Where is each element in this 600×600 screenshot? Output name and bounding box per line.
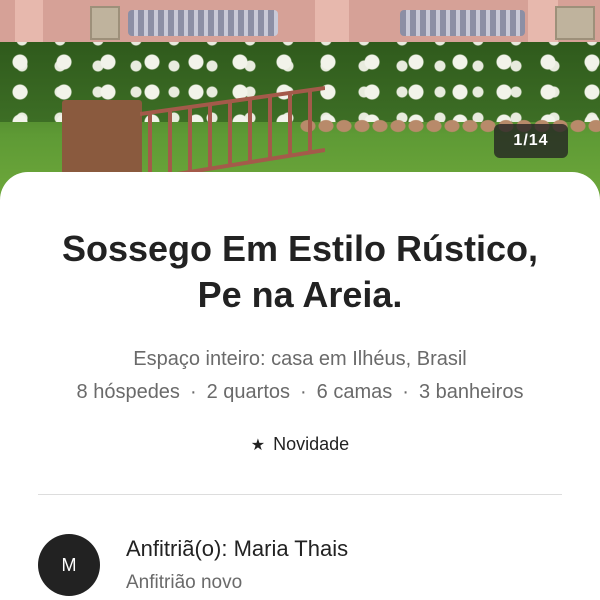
spec-bathrooms: 3 banheiros xyxy=(418,381,524,403)
host-avatar[interactable]: M xyxy=(38,534,100,596)
listing-title: Sossego Em Estilo Rústico, Pe na Areia. xyxy=(20,226,580,318)
listing-subtitle: Espaço inteiro: casa em Ilhéus, Brasil xyxy=(133,348,467,370)
host-status: Anfitrião novo xyxy=(126,572,243,593)
photo-bench xyxy=(128,10,278,36)
photo-gate xyxy=(140,86,325,182)
listing-title-line2: Pe na Areia. xyxy=(197,274,403,315)
section-divider xyxy=(38,494,562,495)
photo-cabinet xyxy=(90,6,120,40)
new-listing-badge: ★ Novidade xyxy=(0,434,600,455)
photo-counter: 1/14 xyxy=(494,124,568,158)
new-listing-label: Novidade xyxy=(273,434,350,454)
spec-bedrooms: 2 quartos xyxy=(206,381,290,403)
spec-separator: · xyxy=(402,381,409,403)
listing-photo[interactable]: 1/14 xyxy=(0,0,600,200)
spec-beds: 6 camas xyxy=(316,381,393,403)
spec-guests: 8 hóspedes xyxy=(76,381,180,403)
spec-separator: · xyxy=(189,381,197,403)
listing-title-line1: Sossego Em Estilo Rústico, xyxy=(61,228,539,269)
spec-separator: · xyxy=(300,381,307,403)
listing-specs: 8 hóspedes · 2 quartos · 6 camas · 3 ban… xyxy=(0,381,600,404)
host-name: Anfitriã(o): Maria Thais xyxy=(126,536,349,561)
listing-details-card: Sossego Em Estilo Rústico, Pe na Areia. … xyxy=(0,172,600,600)
star-icon: ★ xyxy=(250,436,266,454)
photo-cabinet xyxy=(555,6,595,40)
photo-bench xyxy=(400,10,525,36)
